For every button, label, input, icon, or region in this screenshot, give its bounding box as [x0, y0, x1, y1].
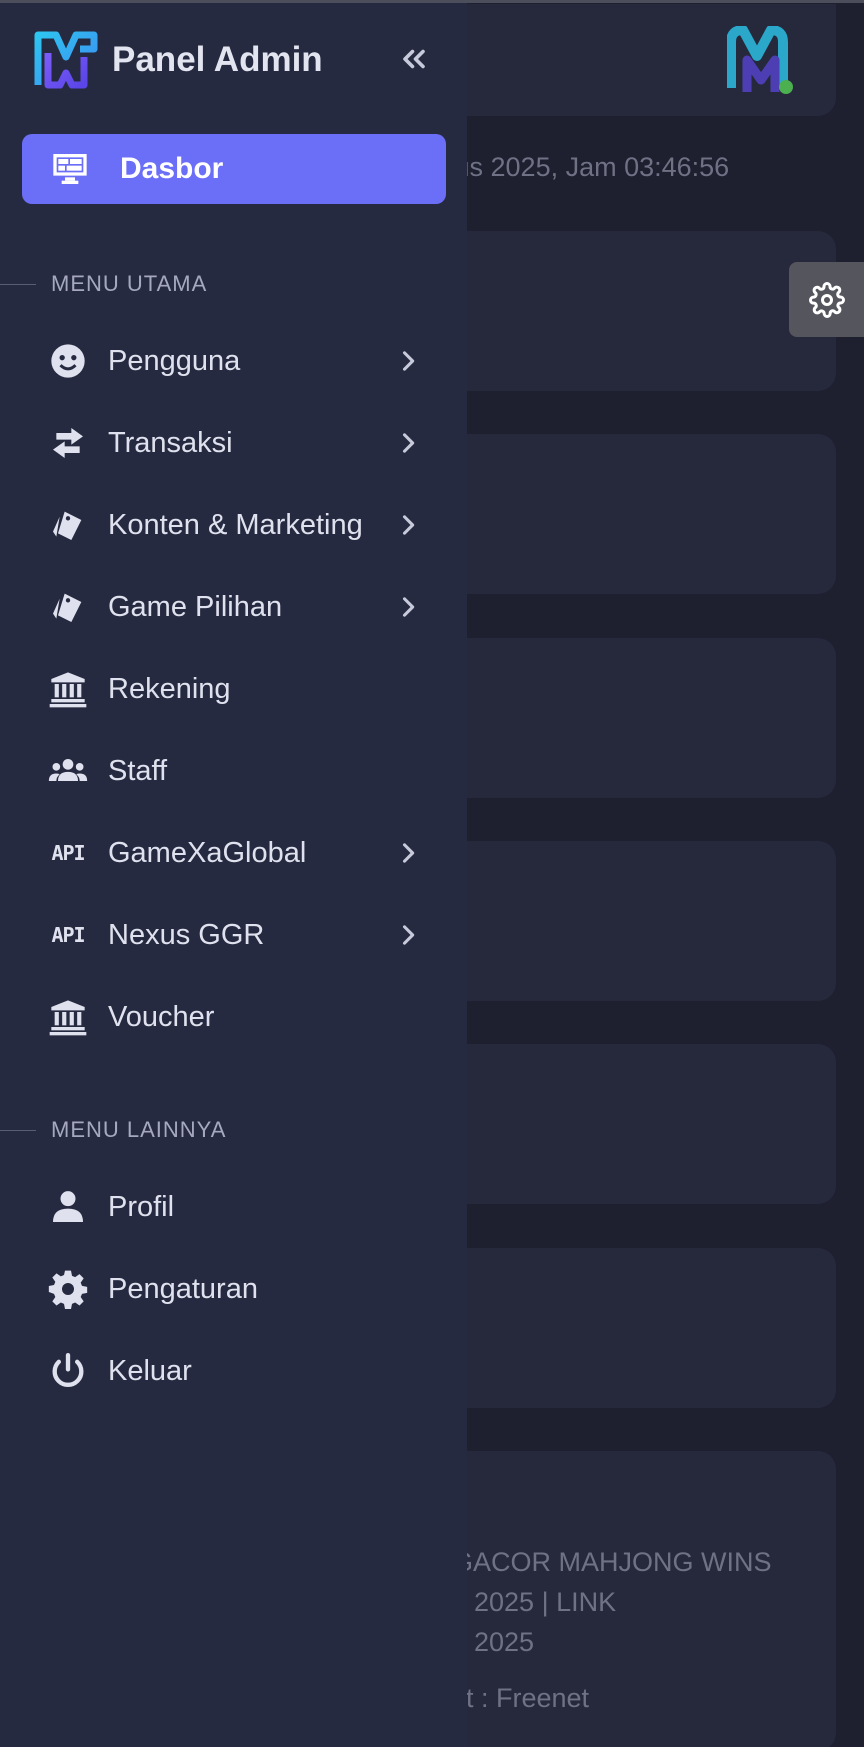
sidebar-item-gamexaglobal[interactable]: API GameXaGlobal [48, 818, 428, 888]
datetime-text: tus 2025, Jam 03:46:56 [447, 152, 730, 182]
sidebar-item-label: Transaksi [108, 426, 233, 459]
sidebar-item-label: Game Pilihan [108, 590, 283, 623]
transfer-arrows-icon [48, 423, 88, 463]
brand-title: Panel Admin [112, 40, 323, 79]
sidebar-item-konten-marketing[interactable]: Konten & Marketing [48, 490, 428, 560]
section-divider [0, 283, 36, 285]
sidebar-item-voucher[interactable]: Voucher [48, 982, 428, 1052]
sidebar-item-label: Rekening [108, 672, 231, 705]
sidebar-item-label: Pengaturan [108, 1272, 258, 1305]
section-divider [0, 1129, 36, 1131]
section-heading-other: MENU LAINNYA [0, 1115, 226, 1145]
sidebar-item-label: GameXaGlobal [108, 836, 307, 869]
brand[interactable]: Panel Admin [34, 27, 323, 93]
sidebar-item-profil[interactable]: Profil [48, 1172, 428, 1242]
sidebar-item-label: Staff [108, 754, 168, 787]
sidebar-item-dasbor[interactable]: Dasbor [22, 134, 446, 204]
bank-icon [48, 997, 88, 1037]
admin-page: tus 2025, Jam 03:46:56 GACOR MAHJONG WIN… [0, 0, 864, 1747]
brand-logo-icon [34, 31, 98, 89]
news-line: GACOR MAHJONG WINS [452, 1547, 772, 1577]
header-logo-icon[interactable] [727, 26, 799, 96]
section-heading-main: MENU UTAMA [0, 269, 207, 299]
sidebar-item-label: Dasbor [120, 152, 224, 185]
dashboard-icon [50, 149, 90, 189]
theme-settings-button[interactable] [789, 262, 864, 337]
gear-icon [808, 281, 845, 318]
stat-card [420, 1044, 836, 1204]
sidebar-item-keluar[interactable]: Keluar [48, 1336, 428, 1406]
chevron-right-icon [394, 347, 422, 375]
sidebar: Panel Admin Dasbor MENU UTAMA Pengguna T… [0, 3, 467, 1747]
sidebar-item-staff[interactable]: Staff [48, 736, 428, 806]
tags-icon [48, 505, 88, 545]
sidebar-item-label: Konten & Marketing [108, 508, 363, 541]
sidebar-item-game-pilihan[interactable]: Game Pilihan [48, 572, 428, 642]
api-icon: API [51, 923, 85, 947]
stat-card [420, 841, 836, 1001]
tags-icon [48, 587, 88, 627]
sidebar-item-label: Keluar [108, 1354, 192, 1387]
chevron-right-icon [394, 921, 422, 949]
sidebar-item-pengaturan[interactable]: Pengaturan [48, 1254, 428, 1324]
group-icon [48, 751, 88, 791]
settings-icon [48, 1269, 88, 1309]
sidebar-item-label: Profil [108, 1190, 175, 1223]
sidebar-item-transaksi[interactable]: Transaksi [48, 408, 428, 478]
sidebar-item-label: Nexus GGR [108, 918, 265, 951]
news-line: 2025 | LINK [474, 1587, 617, 1617]
stat-card [420, 231, 836, 391]
chevron-right-icon [394, 511, 422, 539]
news-line: 2025 [474, 1627, 535, 1657]
stat-card [420, 434, 836, 594]
stat-card [420, 638, 836, 798]
chevron-right-icon [394, 429, 422, 457]
sidebar-item-label: Voucher [108, 1000, 215, 1033]
person-icon [48, 1187, 88, 1227]
double-chevron-left-icon [403, 49, 425, 69]
news-source: t : Freenet [466, 1683, 590, 1713]
collapse-sidebar-button[interactable] [396, 41, 432, 77]
sidebar-item-nexus-ggr[interactable]: API Nexus GGR [48, 900, 428, 970]
sidebar-item-pengguna[interactable]: Pengguna [48, 326, 428, 396]
chevron-right-icon [394, 593, 422, 621]
bank-icon [48, 669, 88, 709]
power-icon [48, 1351, 88, 1391]
api-icon: API [51, 841, 85, 865]
users-face-icon [48, 341, 88, 381]
section-title: MENU UTAMA [51, 271, 208, 296]
section-title: MENU LAINNYA [51, 1117, 227, 1142]
sidebar-item-rekening[interactable]: Rekening [48, 654, 428, 724]
stat-card [420, 1248, 836, 1408]
chevron-right-icon [394, 839, 422, 867]
sidebar-item-label: Pengguna [108, 344, 241, 377]
